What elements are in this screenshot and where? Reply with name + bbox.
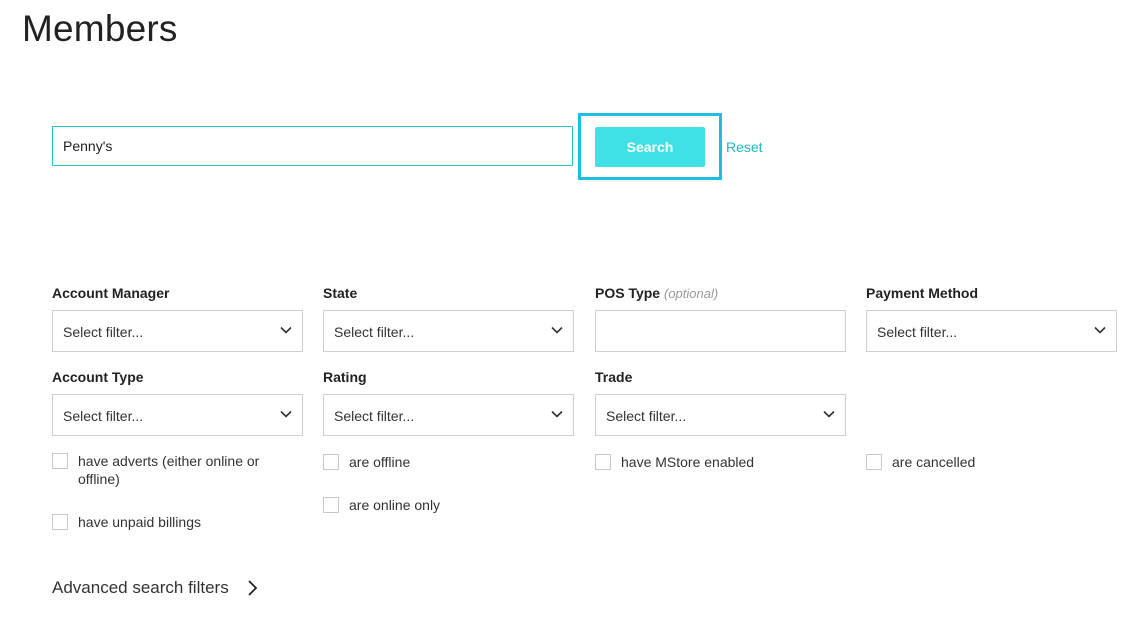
are-online-only-checkbox-row[interactable]: are online only <box>323 496 440 514</box>
have-unpaid-billings-label: have unpaid billings <box>78 514 201 530</box>
have-mstore-enabled-checkbox-row[interactable]: have MStore enabled <box>595 453 754 471</box>
are-cancelled-label: are cancelled <box>892 454 976 470</box>
have-unpaid-billings-checkbox-row[interactable]: have unpaid billings <box>52 513 201 531</box>
are-online-only-checkbox[interactable] <box>323 497 339 513</box>
payment-method-select-value: Select filter... <box>877 324 958 340</box>
account-manager-label: Account Manager <box>52 285 170 301</box>
have-mstore-enabled-checkbox[interactable] <box>595 454 611 470</box>
have-adverts-label: have adverts (either online or offline) <box>78 453 260 487</box>
reset-link[interactable]: Reset <box>726 139 763 155</box>
pos-type-input[interactable] <box>595 310 846 352</box>
have-unpaid-billings-checkbox[interactable] <box>52 514 68 530</box>
account-manager-select-value: Select filter... <box>63 324 144 340</box>
rating-select-value: Select filter... <box>334 408 415 424</box>
chevron-down-icon <box>823 410 835 418</box>
chevron-right-icon <box>248 580 257 596</box>
trade-select[interactable]: Select filter... <box>595 394 846 436</box>
account-type-label: Account Type <box>52 369 144 385</box>
are-offline-label: are offline <box>349 454 411 470</box>
search-input[interactable] <box>52 126 573 166</box>
search-button[interactable]: Search <box>595 127 705 167</box>
page-title: Members <box>22 8 178 49</box>
are-cancelled-checkbox-row[interactable]: are cancelled <box>866 453 975 471</box>
account-manager-select[interactable]: Select filter... <box>52 310 303 352</box>
chevron-down-icon <box>551 326 563 334</box>
are-offline-checkbox[interactable] <box>323 454 339 470</box>
pos-type-optional-text: (optional) <box>663 286 719 301</box>
payment-method-select[interactable]: Select filter... <box>866 310 1117 352</box>
chevron-down-icon <box>280 410 292 418</box>
chevron-down-icon <box>551 410 563 418</box>
are-cancelled-checkbox[interactable] <box>866 454 882 470</box>
trade-label: Trade <box>595 369 633 385</box>
have-adverts-checkbox-row[interactable]: have adverts (either online or offline) <box>52 452 292 488</box>
have-adverts-checkbox[interactable] <box>52 453 68 469</box>
rating-select[interactable]: Select filter... <box>323 394 574 436</box>
account-type-select[interactable]: Select filter... <box>52 394 303 436</box>
pos-type-label-text: POS Type <box>595 285 661 301</box>
state-label: State <box>323 285 358 301</box>
payment-method-label: Payment Method <box>866 285 979 301</box>
state-select[interactable]: Select filter... <box>323 310 574 352</box>
are-online-only-label: are online only <box>349 497 441 513</box>
chevron-down-icon <box>1094 326 1106 334</box>
advanced-search-filters-toggle[interactable]: Advanced search filters <box>52 578 259 598</box>
advanced-search-filters-label: Advanced search filters <box>52 578 229 597</box>
rating-label: Rating <box>323 369 367 385</box>
account-type-select-value: Select filter... <box>63 408 144 424</box>
are-offline-checkbox-row[interactable]: are offline <box>323 453 410 471</box>
state-select-value: Select filter... <box>334 324 415 340</box>
trade-select-value: Select filter... <box>606 408 687 424</box>
chevron-down-icon <box>280 326 292 334</box>
have-mstore-enabled-label: have MStore enabled <box>621 454 755 470</box>
pos-type-label: POS Type (optional) <box>595 285 718 301</box>
